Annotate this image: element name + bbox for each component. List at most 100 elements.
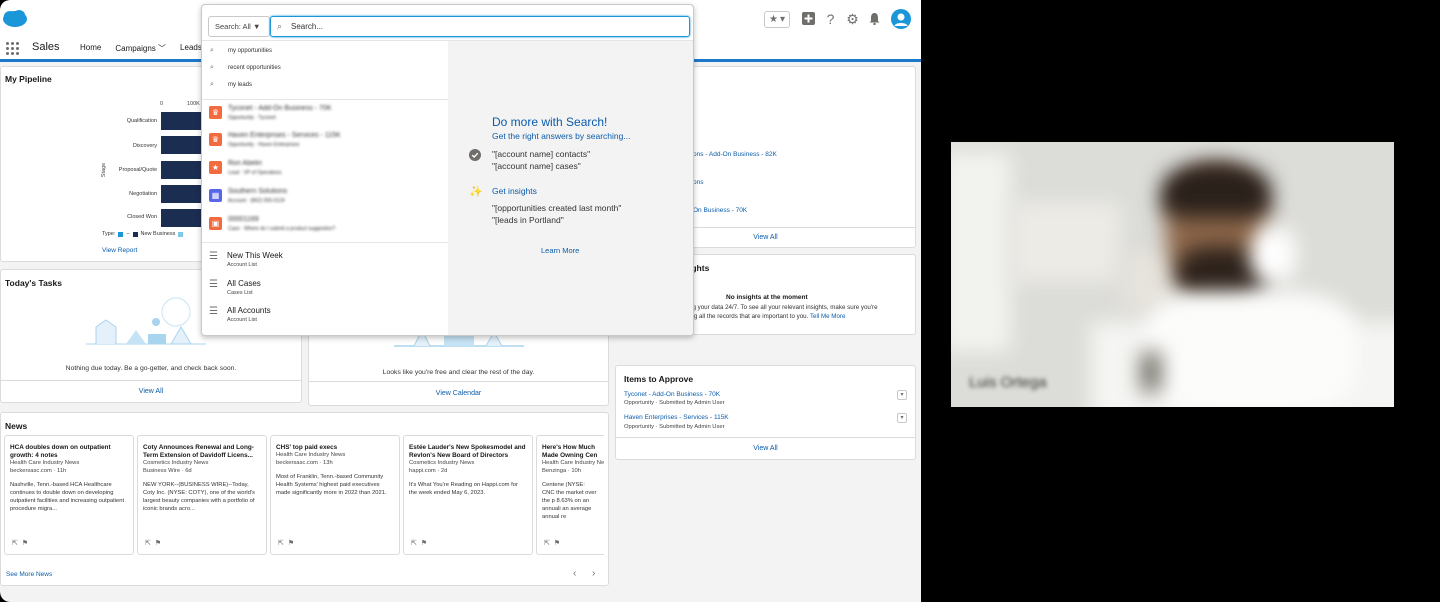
pipeline-stage-label: Negotiation xyxy=(129,191,157,197)
view-calendar-link[interactable]: View Calendar xyxy=(309,381,608,405)
pipeline-legend: Type: – New Business xyxy=(102,231,184,237)
nav-items: Home Campaigns ﹀ Leads xyxy=(80,43,202,54)
chevron-down-icon: ▾ xyxy=(779,13,785,25)
search-icon: ⌕ xyxy=(210,81,214,88)
flag-icon[interactable]: ⚑ xyxy=(554,539,560,547)
flag-icon[interactable]: ⚑ xyxy=(22,539,28,547)
insights-heading: No insights at the moment xyxy=(726,294,808,301)
search-input[interactable]: ⌕ Search... xyxy=(270,16,690,37)
calendar-empty-text: Looks like you're free and clear the res… xyxy=(382,369,535,376)
favorites-button[interactable]: ★ ▾ xyxy=(764,10,790,28)
user-avatar[interactable] xyxy=(891,9,911,29)
pipeline-tick: 0 xyxy=(160,101,164,107)
share-icon[interactable]: ⇱ xyxy=(12,539,18,547)
search-scope-select[interactable]: Search: All ▼ xyxy=(208,16,270,37)
tasks-view-all[interactable]: View All xyxy=(1,380,301,402)
tasks-empty-text: Nothing due today. Be a go-getter, and c… xyxy=(65,365,237,372)
tell-me-more-link[interactable]: Tell Me More xyxy=(810,313,845,320)
search-results-panel: ⌕ my opportunities ⌕ recent opportunities … xyxy=(202,41,448,335)
share-icon[interactable]: ⇱ xyxy=(544,539,550,547)
search-suggestion[interactable]: ⌕ my opportunities xyxy=(202,47,448,61)
search-list-result[interactable]: ☰ All Accounts Account List xyxy=(202,304,448,326)
flag-icon[interactable]: ⚑ xyxy=(155,539,161,547)
view-report-link[interactable]: View Report xyxy=(102,247,137,254)
chevron-down-icon: ﹀ xyxy=(158,44,167,53)
pipeline-stage-label: Proposal/Quote xyxy=(118,167,157,173)
news-next-icon[interactable]: › xyxy=(592,568,595,579)
opportunity-icon: ♛ xyxy=(209,133,222,146)
news-item[interactable]: Coty Announces Renewal and Long-Term Ext… xyxy=(137,435,267,555)
list-icon: ☰ xyxy=(209,251,218,262)
share-icon[interactable]: ⇱ xyxy=(145,539,151,547)
approve-view-all[interactable]: View All xyxy=(616,437,915,459)
see-more-news-link[interactable]: See More News xyxy=(6,571,52,578)
share-icon[interactable]: ⇱ xyxy=(411,539,417,547)
promo-title: Do more with Search! xyxy=(492,115,608,129)
search-icon: ⌕ xyxy=(277,21,283,31)
pipeline-stage-label: Qualification xyxy=(126,118,157,124)
search-list-result[interactable]: ☰ New This Week Account List xyxy=(202,249,448,271)
pipeline-bar[interactable] xyxy=(161,112,201,130)
pipeline-bar[interactable] xyxy=(161,185,201,203)
search-suggestion[interactable]: ⌕ my leads xyxy=(202,81,448,95)
approve-title: Items to Approve xyxy=(624,374,694,384)
insights-body: ng your data 24/7. To see all your relev… xyxy=(689,304,878,311)
approve-item-menu-icon[interactable]: ▾ xyxy=(897,413,907,423)
share-icon[interactable]: ⇱ xyxy=(278,539,284,547)
items-to-approve-card: Items to Approve Tyconet - Add-On Busine… xyxy=(615,365,916,460)
search-record-result[interactable]: ★ Ron Abelin Lead · VP of Operations xyxy=(202,159,448,181)
app-launcher-icon[interactable] xyxy=(6,42,19,55)
pipeline-bar[interactable] xyxy=(161,161,201,179)
news-item[interactable]: Here's How Much Made Owning Cen Health C… xyxy=(536,435,604,555)
opportunity-icon: ♛ xyxy=(209,106,222,119)
flag-icon[interactable]: ⚑ xyxy=(288,539,294,547)
sparkle-wand-icon: ✨ xyxy=(469,186,483,198)
nav-item-campaigns[interactable]: Campaigns ﹀ xyxy=(115,43,166,54)
list-icon: ☰ xyxy=(209,306,218,317)
nav-item-home[interactable]: Home xyxy=(80,43,101,54)
news-item[interactable]: Estée Lauder's New Spokesmodel and Revlo… xyxy=(403,435,533,555)
gear-icon[interactable]: ⚙ xyxy=(845,11,860,27)
news-prev-icon[interactable]: ‹ xyxy=(573,568,576,579)
search-bar: Search: All ▼ ⌕ Search... xyxy=(202,5,693,41)
insights-body: ing all the records that are important t… xyxy=(689,313,846,320)
promo-example: "[opportunities created last month" xyxy=(492,203,622,213)
approve-item-link[interactable]: Haven Enterprises - Services - 115K xyxy=(624,414,729,421)
pipeline-stage-label: Closed Won xyxy=(127,214,157,220)
list-icon: ☰ xyxy=(209,279,218,290)
flag-icon[interactable]: ⚑ xyxy=(421,539,427,547)
salesforce-app: ★ ▾ ? ⚙ Sales Home Campaigns ﹀ Leads My P… xyxy=(0,0,921,602)
recent-record-link[interactable]: On Business - 70K xyxy=(693,207,747,214)
search-record-result[interactable]: ▦ Southern Solutions Account · (862) 555… xyxy=(202,187,448,209)
star-icon: ★ xyxy=(769,13,778,25)
salesforce-logo xyxy=(3,10,27,27)
pipeline-bar[interactable] xyxy=(161,136,201,154)
promo-example: "[leads in Portland" xyxy=(492,215,564,225)
approve-item-link[interactable]: Tyconet - Add-On Business - 70K xyxy=(624,391,720,398)
news-item[interactable]: CHS' top paid execs Health Care Industry… xyxy=(270,435,400,555)
nav-item-leads[interactable]: Leads xyxy=(180,43,202,54)
learn-more-link[interactable]: Learn More xyxy=(541,246,579,255)
promo-example: "[account name] contacts" xyxy=(492,149,591,159)
search-suggestion[interactable]: ⌕ recent opportunities xyxy=(202,64,448,78)
pipeline-tick: 100K xyxy=(187,101,200,107)
help-icon[interactable]: ? xyxy=(823,11,838,27)
search-list-result[interactable]: ☰ All Cases Cases List xyxy=(202,277,448,299)
bell-icon[interactable] xyxy=(867,12,882,27)
promo-heading: Get insights xyxy=(492,186,537,196)
approve-item-meta: Opportunity · Submitted by Admin User xyxy=(624,424,725,430)
global-actions-icon[interactable] xyxy=(801,11,816,27)
news-item[interactable]: HCA doubles down on outpatient growth: 4… xyxy=(4,435,134,555)
pipeline-bar[interactable] xyxy=(161,209,201,227)
search-record-result[interactable]: ▣ 00001169 Case · Where do I submit a pr… xyxy=(202,215,448,237)
recent-record-link[interactable]: ons - Add-On Business - 82K xyxy=(693,151,777,158)
recent-record-link[interactable]: ons xyxy=(693,179,703,186)
lead-icon: ★ xyxy=(209,161,222,174)
search-record-result[interactable]: ♛ Tyconet - Add-On Business - 70K Opport… xyxy=(202,104,448,126)
search-promo-panel: Do more with Search! Get the right answe… xyxy=(448,41,693,335)
approve-item-menu-icon[interactable]: ▾ xyxy=(897,390,907,400)
pipeline-stage-label: Discovery xyxy=(132,143,157,149)
search-record-result[interactable]: ♛ Haven Enterprises - Services - 115K Op… xyxy=(202,131,448,153)
case-icon: ▣ xyxy=(209,217,222,230)
pipeline-title: My Pipeline xyxy=(5,74,52,84)
